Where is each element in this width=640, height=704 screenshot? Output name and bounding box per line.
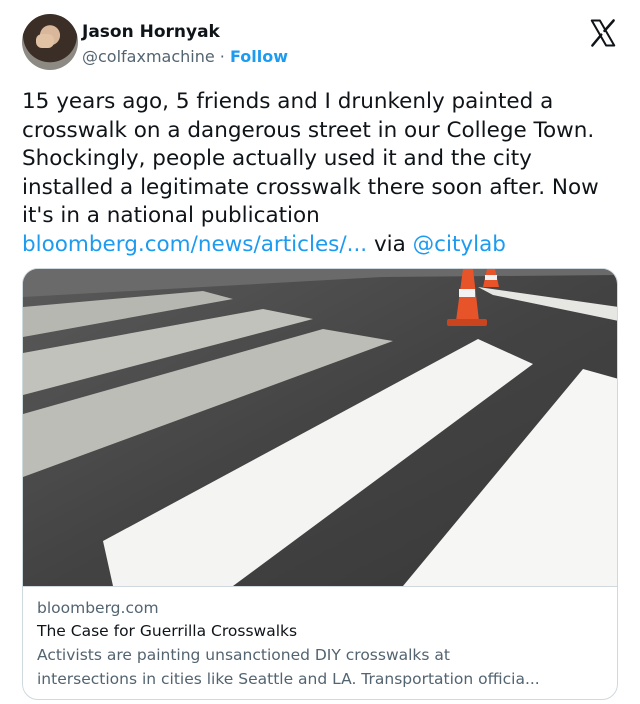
author-handle-line: @colfaxmachine · Follow [82, 47, 288, 66]
author-name[interactable]: Jason Hornyak [82, 22, 220, 42]
link-preview-card[interactable]: bloomberg.com The Case for Guerrilla Cro… [22, 268, 618, 700]
article-link[interactable]: bloomberg.com/news/articles/... [22, 232, 367, 257]
tweet-body: 15 years ago, 5 friends and I drunkenly … [22, 89, 599, 228]
card-description-line-2: intersections in cities like Seattle and… [37, 670, 540, 688]
card-title[interactable]: The Case for Guerrilla Crosswalks [37, 619, 605, 643]
mention-link[interactable]: @citylab [413, 232, 506, 257]
crosswalk-image [23, 269, 617, 586]
tweet-header: Jason Hornyak @colfaxmachine · Follow [22, 14, 622, 76]
follow-button[interactable]: Follow [230, 47, 288, 66]
handle-separator: · [214, 47, 230, 66]
card-description-line-1: Activists are painting unsanctioned DIY … [37, 646, 450, 664]
tweet-text: 15 years ago, 5 friends and I drunkenly … [22, 88, 622, 259]
via-text: via [367, 231, 413, 257]
card-domain: bloomberg.com [37, 599, 159, 617]
x-logo-icon[interactable] [588, 18, 618, 48]
avatar[interactable] [22, 14, 78, 70]
author-handle[interactable]: @colfaxmachine [82, 47, 215, 66]
card-meta: bloomberg.com The Case for Guerrilla Cro… [23, 586, 617, 699]
